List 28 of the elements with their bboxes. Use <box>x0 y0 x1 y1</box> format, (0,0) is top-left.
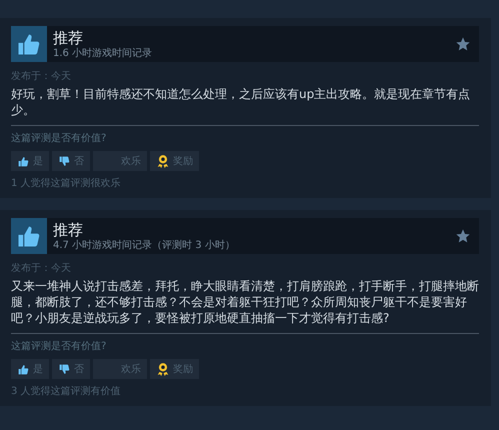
thumbs-down-icon <box>58 154 71 168</box>
star-icon[interactable] <box>455 36 471 52</box>
helpful-count: 1 人觉得这篇评测很欢乐 <box>11 177 122 190</box>
posted-date: 发布于：今天 <box>11 263 72 275</box>
award-button[interactable]: 奖励 <box>150 359 199 379</box>
posted-date: 发布于：今天 <box>11 71 72 83</box>
award-icon <box>156 154 170 168</box>
award-button[interactable]: 奖励 <box>150 151 199 171</box>
thumbs-up-icon <box>17 362 30 376</box>
no-button[interactable]: 否 <box>52 359 90 379</box>
funny-button[interactable]: 欢乐 <box>93 151 147 171</box>
thumbs-up-icon <box>17 154 30 168</box>
review-text: 好玩，割草！目前特感还不知道怎么处理，之后应该有up主出攻略。就是现在章节有点少。 <box>11 86 472 118</box>
verdict-title: 推荐 <box>53 220 84 238</box>
verdict-title: 推荐 <box>53 28 84 46</box>
review-text: 又来一堆神人说打击感差，拜托，睁大眼睛看清楚，打肩膀踉跄，打手断手，打腿摔地断腿，都断肢了，还不够打击感？不会是对着躯干狂打吧？众所周知丧尸躯干不是要害好吧？小朋友是逆战玩多了，要怪被打原地硬直抽搐一下才觉得有打击感? <box>11 278 479 326</box>
yes-button[interactable]: 是 <box>11 151 49 171</box>
thumbs-down-icon <box>58 362 71 376</box>
funny-button[interactable]: 欢乐 <box>93 359 147 379</box>
helpful-count: 3 人觉得这篇评测有价值 <box>11 385 122 398</box>
playtime-text: 1.6 小时游戏时间记录 <box>53 46 154 60</box>
no-button[interactable]: 否 <box>52 151 90 171</box>
award-icon <box>156 362 170 376</box>
playtime-text: 4.7 小时游戏时间记录（评测时 3 小时） <box>53 238 236 252</box>
helpful-prompt: 这篇评测是否有价值? <box>11 132 108 145</box>
star-icon[interactable] <box>455 228 471 244</box>
yes-button[interactable]: 是 <box>11 359 49 379</box>
helpful-prompt: 这篇评测是否有价值? <box>11 340 108 353</box>
